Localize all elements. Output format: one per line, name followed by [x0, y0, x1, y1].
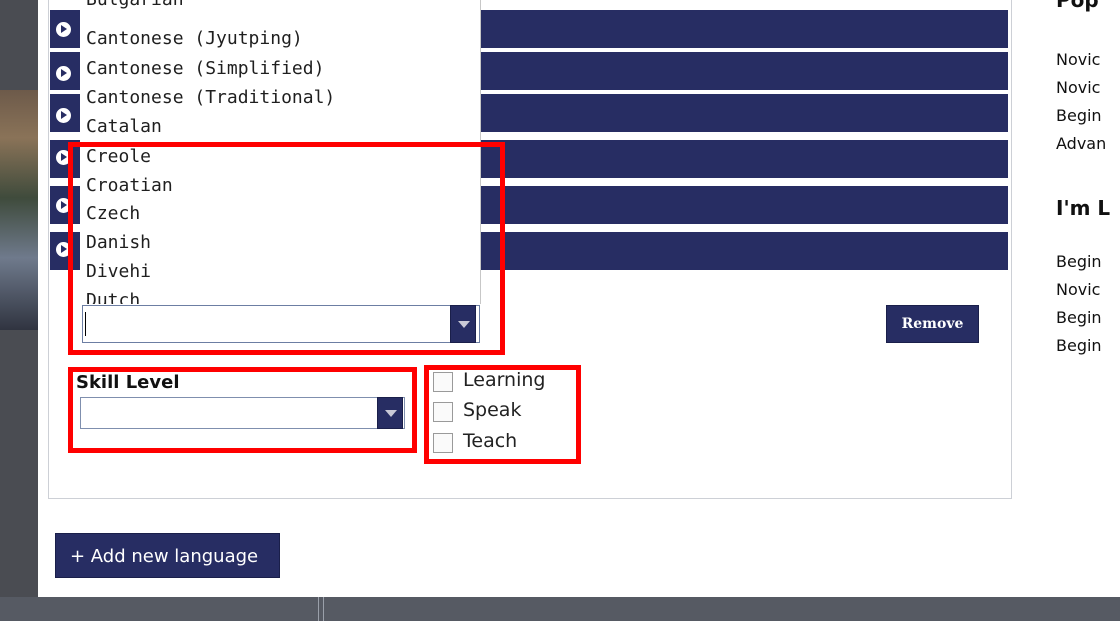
list-item: Advan [1056, 134, 1107, 153]
highlight-box [424, 365, 581, 464]
language-option[interactable]: Bulgarian [86, 0, 184, 14]
list-item: Begin [1056, 336, 1102, 355]
bullet-arrow-icon [56, 22, 71, 37]
section-heading: Pop [1056, 0, 1099, 12]
divider [318, 597, 324, 621]
list-item: Begin [1056, 252, 1102, 271]
list-item: Begin [1056, 308, 1102, 327]
list-item: Novic [1056, 280, 1101, 299]
language-option[interactable]: Cantonese (Simplified) [86, 55, 324, 83]
language-option[interactable]: Cantonese (Jyutping) [86, 25, 303, 53]
language-option[interactable]: Catalan [86, 113, 162, 141]
bullet-arrow-icon [56, 108, 71, 123]
list-item: Novic [1056, 78, 1101, 97]
list-item: Begin [1056, 106, 1102, 125]
background-bottom [0, 597, 1120, 621]
highlight-box [68, 367, 417, 453]
remove-button[interactable]: Remove [886, 305, 979, 343]
language-option[interactable]: Cantonese (Traditional) [86, 84, 335, 112]
bullet-arrow-icon [56, 66, 71, 81]
background-photo [0, 90, 38, 330]
section-heading: I'm L [1056, 196, 1111, 220]
add-language-button[interactable]: + Add new language [55, 533, 280, 578]
highlight-box [68, 142, 505, 355]
right-column: Pop Novic Novic Begin Advan I'm L Begin … [1056, 0, 1120, 400]
list-item: Novic [1056, 50, 1101, 69]
